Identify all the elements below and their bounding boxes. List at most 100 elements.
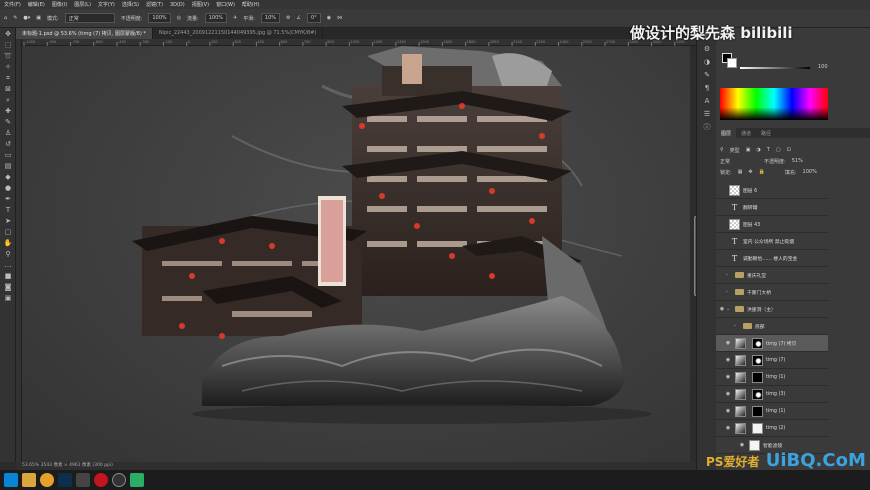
eye-icon[interactable]: ◉	[724, 374, 732, 380]
eraser-icon[interactable]: ▭	[3, 150, 13, 160]
symmetry-icon[interactable]: ⋈	[337, 15, 342, 21]
blend-mode-select[interactable]: 正常	[720, 158, 730, 165]
airbrush-icon[interactable]: ✈	[233, 15, 237, 21]
menu-help[interactable]: 帮助(H)	[242, 1, 260, 8]
more-tools-icon[interactable]: …	[3, 260, 13, 270]
filter-smart-icon[interactable]: ⊡	[787, 147, 791, 153]
brush-settings-icon[interactable]: ▣	[36, 15, 41, 21]
menu-select[interactable]: 选择(S)	[122, 1, 139, 8]
dodge-icon[interactable]: ●	[3, 183, 13, 193]
type-tool-icon[interactable]: T	[3, 205, 13, 215]
menu-window[interactable]: 窗口(W)	[216, 1, 235, 8]
layer-row[interactable]: T 室内 公众场所 禁止吸烟	[716, 233, 828, 250]
filter-mask-thumbnail[interactable]	[749, 439, 760, 451]
document-canvas[interactable]	[22, 46, 696, 462]
move-tool-icon[interactable]: ✥	[3, 29, 13, 39]
layer-row[interactable]: 图层 6	[716, 182, 828, 199]
windows-start-icon[interactable]	[4, 473, 18, 487]
frame-tool-icon[interactable]: ⊠	[3, 84, 13, 94]
eye-icon[interactable]: ◉	[724, 391, 732, 397]
lock-position-icon[interactable]: ✥	[748, 169, 752, 175]
blur-icon[interactable]: ◆	[3, 172, 13, 182]
layer-row[interactable]: ◉ timg (7)	[716, 352, 828, 369]
chevron-right-icon[interactable]: ›	[734, 323, 740, 329]
layer-mask-thumbnail[interactable]	[752, 354, 763, 366]
layer-row[interactable]: T 诚勤赖怡…… 楼人的宝金	[716, 250, 828, 267]
photoshop-app-icon[interactable]	[58, 473, 72, 487]
lock-pixels-icon[interactable]: ▦	[738, 169, 743, 175]
menu-3d[interactable]: 3D(D)	[170, 2, 185, 8]
zoom-tool-icon[interactable]: ⚲	[3, 249, 13, 259]
info-panel-icon[interactable]: ⓘ	[702, 122, 712, 132]
magic-wand-icon[interactable]: ✧	[3, 62, 13, 72]
menu-edit[interactable]: 编辑(E)	[28, 1, 45, 8]
color-spectrum[interactable]	[720, 88, 828, 120]
eye-icon[interactable]: ◉	[738, 442, 746, 448]
layer-mask-thumbnail[interactable]	[752, 388, 763, 400]
netease-app-icon[interactable]	[94, 473, 108, 487]
eye-icon[interactable]: ◉	[718, 306, 726, 312]
eye-icon[interactable]: ◉	[724, 425, 732, 431]
brush-preset-picker[interactable]: ●▾	[23, 15, 30, 21]
tab-layers[interactable]: 图层	[716, 128, 737, 138]
filter-adjust-icon[interactable]: ◑	[756, 147, 760, 153]
folder-app-icon[interactable]	[22, 473, 36, 487]
tab-document-2[interactable]: Nipic_22443_20091221150144049395.jpg @ 7…	[153, 28, 324, 39]
layer-opacity-field[interactable]: 51%	[792, 158, 803, 164]
crop-tool-icon[interactable]: ⌗	[3, 73, 13, 83]
hand-tool-icon[interactable]: ✋	[3, 238, 13, 248]
shape-tool-icon[interactable]: ▢	[3, 227, 13, 237]
menu-type[interactable]: 文字(Y)	[98, 1, 115, 8]
wechat-app-icon[interactable]	[130, 473, 144, 487]
layer-mask-thumbnail[interactable]	[752, 371, 763, 383]
lasso-tool-icon[interactable]: ➰	[3, 51, 13, 61]
filter-shape-icon[interactable]: ▢	[776, 147, 781, 153]
quick-mask-icon[interactable]: ◙	[3, 282, 13, 292]
camera-app-icon[interactable]	[76, 473, 90, 487]
pressure-size-icon[interactable]: ◉	[327, 15, 331, 21]
menu-image[interactable]: 图像(I)	[52, 1, 67, 8]
layer-group-row[interactable]: › 千厮门大桥	[716, 284, 828, 301]
brush-tool-icon[interactable]: ✎	[13, 15, 17, 21]
layer-row[interactable]: T 翻转罐	[716, 199, 828, 216]
brush-icon[interactable]: ✎	[3, 117, 13, 127]
opacity-field[interactable]: 100%	[148, 13, 171, 23]
libraries-panel-icon[interactable]: ☰	[702, 109, 712, 119]
filter-pixel-icon[interactable]: ▣	[746, 147, 751, 153]
chrome-app-icon[interactable]	[40, 473, 54, 487]
media-app-icon[interactable]	[112, 473, 126, 487]
menu-layer[interactable]: 图层(L)	[74, 1, 91, 8]
path-select-icon[interactable]: ➤	[3, 216, 13, 226]
angle-field[interactable]: 0°	[307, 13, 321, 23]
flow-field[interactable]: 100%	[204, 13, 228, 23]
smoothing-settings-icon[interactable]: ⚙	[286, 15, 290, 21]
eyedropper-icon[interactable]: ⌕	[3, 95, 13, 105]
adjustments-panel-icon[interactable]: ◑	[702, 57, 712, 67]
paragraph-panel-icon[interactable]: ¶	[702, 83, 712, 93]
chevron-down-icon[interactable]: ⌄	[726, 306, 732, 312]
layer-group-row[interactable]: ◉ ⌄ 洪崖洞（主）	[716, 301, 828, 318]
chevron-right-icon[interactable]: ›	[726, 272, 732, 278]
pen-tool-icon[interactable]: ✒	[3, 194, 13, 204]
chevron-right-icon[interactable]: ›	[726, 289, 732, 295]
layer-mask-thumbnail[interactable]	[752, 405, 763, 417]
history-brush-icon[interactable]: ↺	[3, 139, 13, 149]
layer-row[interactable]: ◉ timg (1)	[716, 369, 828, 386]
menu-filter[interactable]: 滤镜(T)	[146, 1, 163, 8]
layer-row[interactable]: ◉ timg (1)	[716, 403, 828, 420]
eye-icon[interactable]: ◉	[724, 408, 732, 414]
background-color-swatch[interactable]	[727, 58, 737, 68]
gradient-icon[interactable]: ▤	[3, 161, 13, 171]
marquee-tool-icon[interactable]: ⬚	[3, 40, 13, 50]
layer-group-row[interactable]: › 底部	[716, 318, 828, 335]
filter-type-icon[interactable]: T	[767, 147, 770, 153]
clone-stamp-icon[interactable]: ♙	[3, 128, 13, 138]
eye-icon[interactable]: ◉	[724, 357, 732, 363]
tab-channels[interactable]: 通道	[736, 128, 756, 138]
lock-all-icon[interactable]: 🔒	[759, 169, 765, 175]
tab-document-1[interactable]: 未标题-1.psd @ 53.6% (timg (7) 拷贝, 图层蒙版/8) …	[16, 28, 153, 39]
healing-brush-icon[interactable]: ✚	[3, 106, 13, 116]
home-icon[interactable]: ⌂	[4, 15, 7, 21]
layer-row-selected[interactable]: ◉ timg (7) 拷贝	[716, 335, 828, 352]
smooth-field[interactable]: 10%	[260, 13, 281, 23]
